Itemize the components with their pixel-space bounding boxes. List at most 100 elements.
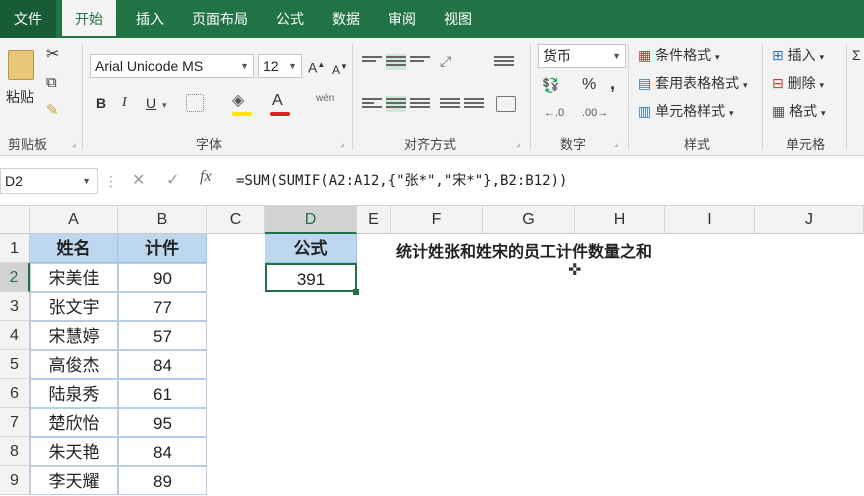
- align-right-icon[interactable]: [410, 96, 430, 112]
- align-top-icon[interactable]: [362, 54, 382, 70]
- percent-button[interactable]: %: [582, 76, 596, 94]
- font-size-select[interactable]: 12 ▼: [258, 54, 302, 78]
- shrink-font-button[interactable]: A▼: [332, 58, 348, 79]
- table-cell-count[interactable]: 77: [118, 292, 207, 321]
- column-header-c[interactable]: C: [207, 206, 265, 234]
- number-launcher-icon[interactable]: ⌟: [614, 138, 618, 149]
- row-header-3[interactable]: 3: [0, 292, 30, 321]
- tab-view[interactable]: 视图: [432, 0, 484, 38]
- formula-header-cell[interactable]: 公式: [265, 234, 357, 263]
- row-header-2[interactable]: 2: [0, 263, 30, 292]
- merge-center-icon[interactable]: [496, 96, 516, 112]
- align-left-icon[interactable]: [362, 96, 382, 112]
- column-header-g[interactable]: G: [483, 206, 575, 234]
- phonetic-icon[interactable]: wén: [316, 90, 334, 108]
- table-cell-name[interactable]: 张文宇: [30, 292, 118, 321]
- decrease-decimal-icon[interactable]: .00→: [582, 104, 608, 122]
- copy-icon[interactable]: ⧉: [46, 74, 57, 92]
- format-as-table-button[interactable]: ▤ 套用表格格式 ▾: [638, 74, 748, 94]
- align-center-icon[interactable]: [386, 96, 406, 112]
- fill-handle[interactable]: [353, 289, 359, 295]
- paste-button[interactable]: 粘贴: [6, 88, 34, 106]
- formula-input[interactable]: =SUM(SUMIF(A2:A12,{"张*","宋*"},B2:B12)): [236, 168, 567, 194]
- column-header-b[interactable]: B: [118, 206, 207, 234]
- table-cell-name[interactable]: 陆泉秀: [30, 379, 118, 408]
- italic-button[interactable]: I: [122, 94, 127, 112]
- table-cell-count[interactable]: 89: [118, 466, 207, 495]
- column-header-i[interactable]: I: [665, 206, 755, 234]
- column-header-a[interactable]: A: [30, 206, 118, 234]
- tab-home[interactable]: 开始: [62, 0, 116, 38]
- table-cell-count[interactable]: 95: [118, 408, 207, 437]
- column-header-j[interactable]: J: [755, 206, 864, 234]
- alignment-launcher-icon[interactable]: ⌟: [516, 138, 520, 149]
- table-cell-count[interactable]: 84: [118, 437, 207, 466]
- conditional-formatting-button[interactable]: ▦ 条件格式 ▾: [638, 46, 720, 66]
- comma-button[interactable]: ,: [610, 74, 615, 92]
- bold-button[interactable]: B: [96, 94, 106, 112]
- accounting-format-icon[interactable]: 💱: [542, 76, 559, 94]
- delete-cells-button[interactable]: ⊟ 删除 ▾: [772, 74, 824, 94]
- row-header-6[interactable]: 6: [0, 379, 30, 408]
- paste-icon[interactable]: [8, 50, 34, 80]
- table-cell-name[interactable]: 楚欣怡: [30, 408, 118, 437]
- clipboard-launcher-icon[interactable]: ⌟: [72, 138, 76, 149]
- row-header-8[interactable]: 8: [0, 437, 30, 466]
- row-header-4[interactable]: 4: [0, 321, 30, 350]
- font-launcher-icon[interactable]: ⌟: [340, 138, 344, 149]
- increase-indent-icon[interactable]: [464, 96, 484, 112]
- cell-styles-button[interactable]: ▥ 单元格样式 ▾: [638, 102, 734, 122]
- tab-review[interactable]: 审阅: [376, 0, 428, 38]
- font-name-select[interactable]: Arial Unicode MS ▼: [90, 54, 254, 78]
- column-header-h[interactable]: H: [575, 206, 665, 234]
- column-header-f[interactable]: F: [391, 206, 483, 234]
- table-cell-count[interactable]: 84: [118, 350, 207, 379]
- table-cell-name[interactable]: 李天耀: [30, 466, 118, 495]
- insert-cells-button[interactable]: ⊞ 插入 ▾: [772, 46, 824, 66]
- increase-decimal-icon[interactable]: ←.0: [544, 104, 564, 122]
- table-cell-count[interactable]: 90: [118, 263, 207, 292]
- borders-icon[interactable]: [186, 94, 204, 112]
- align-middle-icon[interactable]: [386, 54, 406, 70]
- format-cells-button[interactable]: ▦ 格式 ▾: [772, 102, 826, 122]
- table-cell-count[interactable]: 57: [118, 321, 207, 350]
- wrap-text-icon[interactable]: [494, 54, 514, 70]
- orientation-icon[interactable]: ⤢: [440, 52, 451, 70]
- format-painter-icon[interactable]: ✎: [46, 102, 59, 120]
- tab-page-layout[interactable]: 页面布局: [180, 0, 260, 38]
- row-header-1[interactable]: 1: [0, 234, 30, 263]
- cancel-icon[interactable]: ✕: [132, 170, 145, 190]
- name-box[interactable]: D2 ▼: [0, 168, 98, 194]
- decrease-indent-icon[interactable]: [440, 96, 460, 112]
- table-cell-name[interactable]: 宋美佳: [30, 263, 118, 292]
- row-header-9[interactable]: 9: [0, 466, 30, 495]
- table-cell-name[interactable]: 高俊杰: [30, 350, 118, 379]
- tab-file[interactable]: 文件: [0, 0, 56, 38]
- table-cell-count[interactable]: 61: [118, 379, 207, 408]
- worksheet-grid[interactable]: A B C D E F G H I J 1 2 3 4 5 6 7 8 9 姓名…: [0, 206, 864, 495]
- row-header-5[interactable]: 5: [0, 350, 30, 379]
- enter-icon[interactable]: ✓: [166, 170, 179, 190]
- insert-function-icon[interactable]: fx: [200, 168, 212, 186]
- underline-button[interactable]: U: [146, 94, 156, 112]
- tab-data[interactable]: 数据: [320, 0, 372, 38]
- table-cell-name[interactable]: 朱天艳: [30, 437, 118, 466]
- chevron-down-icon[interactable]: ▾: [162, 96, 167, 114]
- fill-color-icon[interactable]: ◈: [232, 92, 244, 110]
- formula-result-cell[interactable]: 391: [265, 263, 357, 292]
- tab-insert[interactable]: 插入: [124, 0, 176, 38]
- font-color-icon[interactable]: A: [272, 92, 283, 110]
- autosum-icon[interactable]: Σ: [852, 46, 861, 64]
- column-header-d[interactable]: D: [265, 206, 357, 234]
- column-header-e[interactable]: E: [357, 206, 391, 234]
- row-header-7[interactable]: 7: [0, 408, 30, 437]
- grow-font-button[interactable]: A▲: [308, 56, 325, 77]
- table-header-count[interactable]: 计件: [118, 234, 207, 263]
- cut-icon[interactable]: ✂: [46, 46, 59, 64]
- tab-formulas[interactable]: 公式: [264, 0, 316, 38]
- number-format-select[interactable]: 货币 ▼: [538, 44, 626, 68]
- table-cell-name[interactable]: 宋慧婷: [30, 321, 118, 350]
- align-bottom-icon[interactable]: [410, 54, 430, 70]
- table-header-name[interactable]: 姓名: [30, 234, 118, 263]
- select-all-corner[interactable]: [0, 206, 30, 234]
